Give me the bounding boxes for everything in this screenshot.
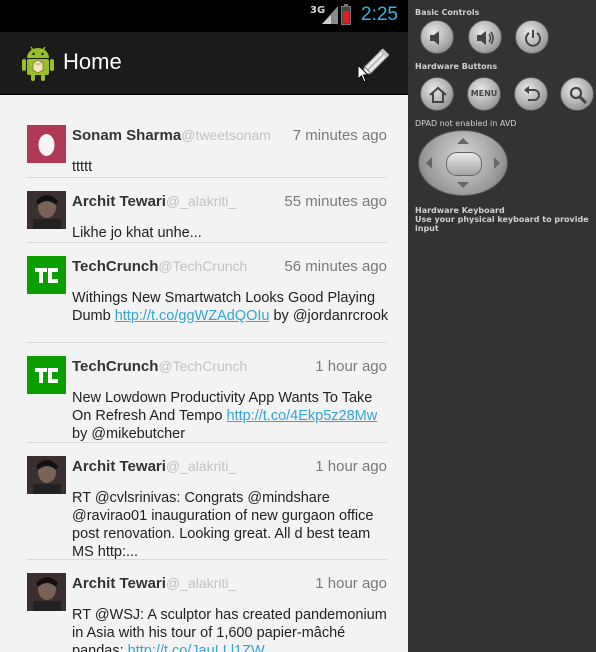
tweet-header: Archit Tewari@_alakriti_ 55 minutes ago <box>72 193 387 213</box>
user-handle: @TechCrunch <box>158 258 248 274</box>
user-handle: @TechCrunch <box>158 358 248 374</box>
tweet-list: Sonam Sharma@tweetsonam 7 minutes ago tt… <box>0 112 408 652</box>
tweet-header: TechCrunch@TechCrunch 1 hour ago <box>72 358 387 378</box>
menu-button[interactable]: MENU <box>467 77 501 111</box>
phone-screen: 3G 2:25 Home Sonam Sharma@tweetsonam 7 m… <box>0 0 408 652</box>
keyboard-note: Use your physical keyboard to provide in… <box>415 215 589 233</box>
tweet-text: RT @cvlsrinivas: Congrats @mindshare @ra… <box>72 490 374 560</box>
user-handle: @tweetsonam <box>181 127 271 143</box>
mouse-cursor-icon <box>357 63 370 87</box>
tweet-time: 1 hour ago <box>315 458 387 475</box>
user-handle: @_alakriti_ <box>165 193 237 209</box>
avatar-egg-icon[interactable] <box>27 125 66 163</box>
dpad-note: DPAD not enabled in AVD <box>415 119 517 128</box>
power-icon <box>525 30 541 47</box>
volume-down-icon <box>430 31 439 45</box>
user-name[interactable]: TechCrunch <box>72 258 158 275</box>
tweet-link[interactable]: http://t.co/4Ekp5z28Mw <box>227 408 378 424</box>
home-icon <box>429 86 447 103</box>
action-bar: Home <box>0 32 408 95</box>
tweet-text-tail: by @mikebutcher <box>72 426 186 442</box>
back-button[interactable] <box>514 77 548 111</box>
tweet-text: Likhe jo khat unhe... <box>72 225 202 241</box>
tweet-text-tail: by @jordanrcrook <box>269 308 389 324</box>
tweet-link[interactable]: http://t.co/JauLLl1ZW <box>128 643 265 652</box>
android-app-icon[interactable] <box>20 44 56 82</box>
tweet-time: 56 minutes ago <box>284 258 387 275</box>
tweet-item[interactable]: Sonam Sharma@tweetsonam 7 minutes ago tt… <box>27 112 387 178</box>
user-name[interactable]: Archit Tewari <box>72 458 166 475</box>
techcrunch-logo-icon[interactable] <box>27 356 66 394</box>
tweet-header: TechCrunch@TechCrunch 56 minutes ago <box>72 258 387 278</box>
status-bar: 3G 2:25 <box>0 0 408 32</box>
page-title: Home <box>63 49 122 74</box>
tweet-text: Withings New Smartwatch Looks Good Playi… <box>72 289 390 325</box>
user-name[interactable]: Archit Tewari <box>72 193 166 210</box>
tweet-time: 7 minutes ago <box>292 127 387 144</box>
tweet-text: New Lowdown Productivity App Wants To Ta… <box>72 389 390 443</box>
techcrunch-logo-icon[interactable] <box>27 256 66 294</box>
tweet-item[interactable]: TechCrunch@TechCrunch 1 hour ago New Low… <box>27 343 387 443</box>
menu-label: MENU <box>470 89 498 98</box>
avatar-photo-icon[interactable] <box>27 573 66 611</box>
dpad-center-button <box>446 152 482 176</box>
tweet-item[interactable]: Archit Tewari@_alakriti_ 55 minutes ago … <box>27 178 387 243</box>
tweet-header: Sonam Sharma@tweetsonam 7 minutes ago <box>72 127 387 147</box>
tweet-text: RT @WSJ: A sculptor has created pandemon… <box>72 606 390 652</box>
tweet-link[interactable]: http://t.co/ggWZAdQOIu <box>115 308 270 324</box>
hardware-buttons-label: Hardware Buttons <box>415 62 498 71</box>
battery-icon <box>341 4 351 25</box>
tweet-header: Archit Tewari@_alakriti_ 1 hour ago <box>72 575 387 595</box>
user-name[interactable]: Archit Tewari <box>72 575 166 592</box>
tweet-time: 1 hour ago <box>315 358 387 375</box>
tweet-time: 55 minutes ago <box>284 193 387 210</box>
volume-up-icon <box>477 31 494 45</box>
avatar-photo-icon[interactable] <box>27 456 66 494</box>
basic-controls-label: Basic Controls <box>415 8 480 17</box>
user-handle: @_alakriti_ <box>165 458 237 474</box>
status-clock: 2:25 <box>361 4 398 25</box>
tweet-item[interactable]: TechCrunch@TechCrunch 56 minutes ago Wit… <box>27 243 390 343</box>
tweet-item[interactable]: Archit Tewari@_alakriti_ 1 hour ago RT @… <box>27 443 387 560</box>
home-button[interactable] <box>420 77 454 111</box>
volume-up-button[interactable] <box>468 20 502 54</box>
user-handle: @_alakriti_ <box>165 575 237 591</box>
volume-down-button[interactable] <box>420 20 454 54</box>
user-name[interactable]: Sonam Sharma <box>72 127 181 144</box>
search-icon <box>569 86 588 105</box>
search-button[interactable] <box>560 77 594 111</box>
tweet-text: ttttt <box>72 159 93 175</box>
power-button[interactable] <box>515 20 549 54</box>
tweet-time: 1 hour ago <box>315 575 387 592</box>
signal-icon <box>322 6 338 28</box>
back-arrow-icon <box>524 86 540 101</box>
avatar-photo-icon[interactable] <box>27 191 66 229</box>
user-name[interactable]: TechCrunch <box>72 358 158 375</box>
emulator-controls-panel: Basic Controls Hardware Buttons MENU DPA… <box>408 0 596 652</box>
tweet-item[interactable]: Archit Tewari@_alakriti_ 1 hour ago RT @… <box>27 560 387 652</box>
dpad-control <box>418 130 508 196</box>
tweet-header: Archit Tewari@_alakriti_ 1 hour ago <box>72 458 387 478</box>
keyboard-title: Hardware Keyboard <box>415 206 505 215</box>
